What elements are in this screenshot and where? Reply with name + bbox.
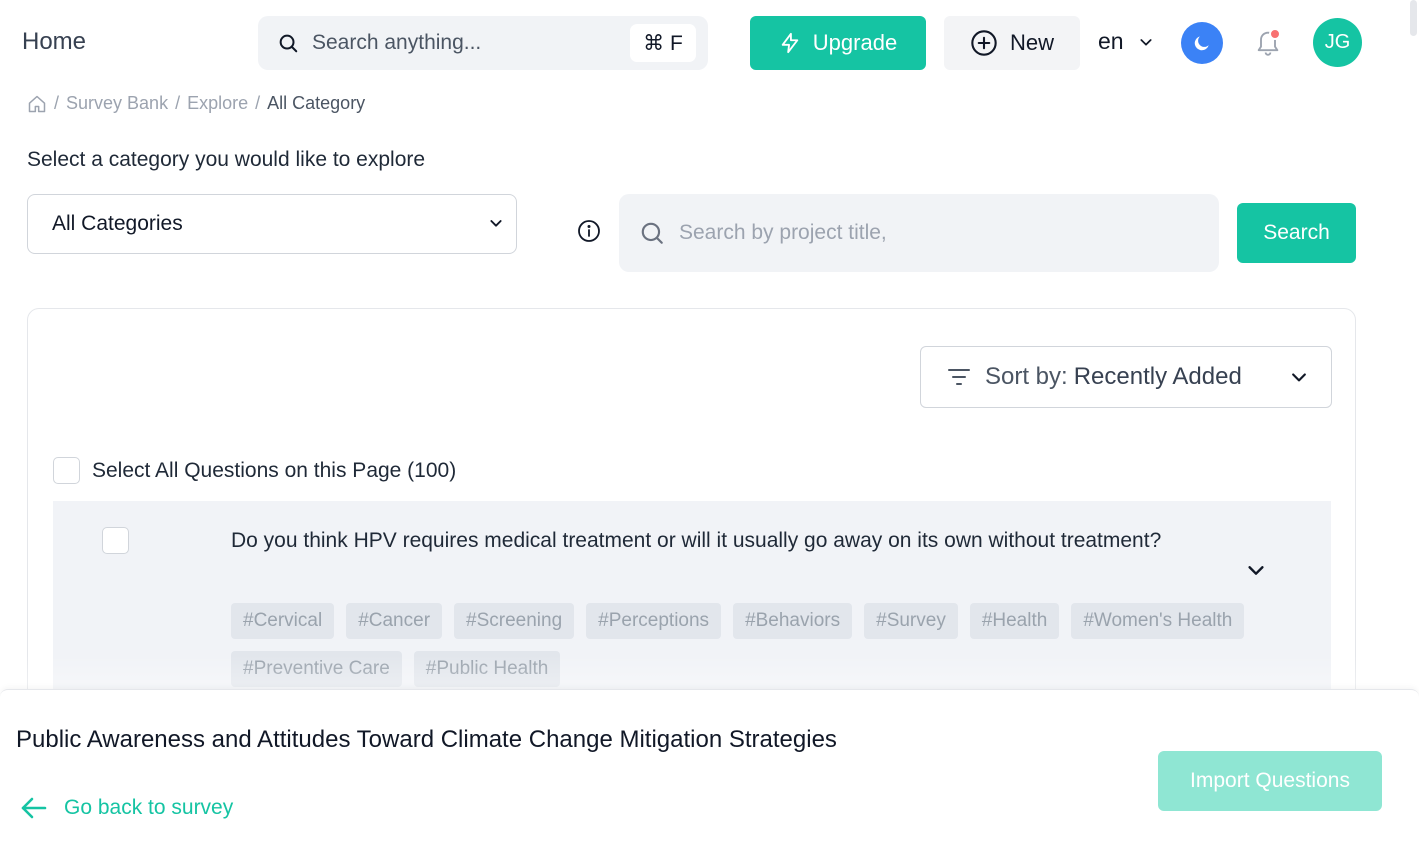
question-checkbox[interactable] bbox=[102, 527, 129, 554]
sort-prefix: Sort by: bbox=[985, 363, 1068, 390]
sort-dropdown[interactable]: Sort by: Recently Added bbox=[920, 346, 1332, 408]
global-search-input[interactable] bbox=[312, 31, 612, 55]
breadcrumb-survey-bank[interactable]: Survey Bank bbox=[66, 93, 168, 114]
go-back-label: Go back to survey bbox=[64, 796, 234, 819]
category-selected-value: All Categories bbox=[52, 212, 183, 235]
page-scrollbar[interactable] bbox=[1408, 0, 1419, 40]
new-button-label: New bbox=[1009, 30, 1054, 55]
breadcrumb-explore[interactable]: Explore bbox=[187, 93, 248, 114]
chevron-down-icon bbox=[1138, 34, 1154, 50]
notification-dot bbox=[1269, 28, 1281, 40]
breadcrumb-separator: / bbox=[175, 93, 181, 113]
notifications-button[interactable] bbox=[1254, 26, 1284, 60]
filter-lines-icon bbox=[947, 367, 971, 387]
chevron-down-icon bbox=[488, 215, 504, 231]
question-tag: #Survey bbox=[864, 603, 958, 639]
project-search-input[interactable] bbox=[679, 221, 1179, 245]
import-footer-panel: Public Awareness and Attitudes Toward Cl… bbox=[0, 689, 1419, 865]
home-icon[interactable] bbox=[27, 94, 47, 114]
import-questions-button[interactable]: Import Questions bbox=[1158, 751, 1382, 811]
language-label: en bbox=[1098, 28, 1124, 54]
lightning-icon bbox=[779, 31, 801, 55]
question-tag: #Perceptions bbox=[586, 603, 722, 639]
search-button[interactable]: Search bbox=[1237, 203, 1356, 263]
moon-icon bbox=[1192, 33, 1212, 53]
sort-value: Recently Added bbox=[1073, 363, 1242, 390]
expand-chevron-icon[interactable] bbox=[1245, 559, 1267, 581]
arrow-left-icon bbox=[20, 796, 48, 820]
search-shortcut-badge: ⌘ F bbox=[630, 24, 696, 62]
category-dropdown[interactable]: All Categories bbox=[27, 194, 517, 254]
go-back-link[interactable]: Go back to survey bbox=[20, 796, 233, 820]
select-all-checkbox[interactable] bbox=[53, 457, 80, 484]
breadcrumb-separator: / bbox=[255, 93, 261, 113]
question-tag: #Preventive Care bbox=[231, 651, 402, 687]
search-icon bbox=[639, 220, 665, 246]
upgrade-button-label: Upgrade bbox=[812, 30, 898, 55]
question-tags: #Cervical #Cancer #Screening #Perception… bbox=[231, 603, 1301, 687]
chevron-down-icon bbox=[1289, 367, 1309, 387]
theme-toggle-button[interactable] bbox=[1181, 22, 1223, 64]
question-tag: #Behaviors bbox=[733, 603, 853, 639]
question-tag: #Women's Health bbox=[1071, 603, 1245, 639]
select-all-label: Select All Questions on this Page (100) bbox=[92, 458, 457, 482]
language-selector[interactable]: en bbox=[1098, 28, 1154, 55]
question-tag: #Screening bbox=[454, 603, 575, 639]
question-text: Do you think HPV requires medical treatm… bbox=[231, 529, 1162, 552]
breadcrumb-current: All Category bbox=[267, 93, 366, 113]
upgrade-button[interactable]: Upgrade bbox=[750, 16, 926, 70]
question-tag: #Cervical bbox=[231, 603, 335, 639]
global-search-bar[interactable]: ⌘ F bbox=[258, 16, 708, 70]
page-title: Home bbox=[22, 28, 87, 55]
select-all-row[interactable]: Select All Questions on this Page (100) bbox=[53, 457, 456, 484]
question-tag: #Cancer bbox=[346, 603, 443, 639]
question-tag: #Health bbox=[969, 603, 1060, 639]
user-avatar[interactable]: JG bbox=[1313, 18, 1362, 67]
info-icon[interactable] bbox=[577, 219, 601, 243]
project-search-bar[interactable] bbox=[619, 194, 1219, 272]
plus-circle-icon bbox=[970, 29, 998, 57]
search-icon bbox=[276, 31, 300, 55]
category-prompt: Select a category you would like to expl… bbox=[27, 148, 426, 171]
breadcrumb-separator: / bbox=[54, 93, 60, 113]
scrollbar-thumb[interactable] bbox=[1410, 0, 1417, 36]
top-header: Home ⌘ F Upgrade New en JG bbox=[0, 0, 1419, 86]
survey-title: Public Awareness and Attitudes Toward Cl… bbox=[16, 726, 837, 753]
breadcrumb: / Survey Bank / Explore / All Category bbox=[27, 93, 365, 114]
question-tag: #Public Health bbox=[413, 651, 561, 687]
new-button[interactable]: New bbox=[944, 16, 1080, 70]
